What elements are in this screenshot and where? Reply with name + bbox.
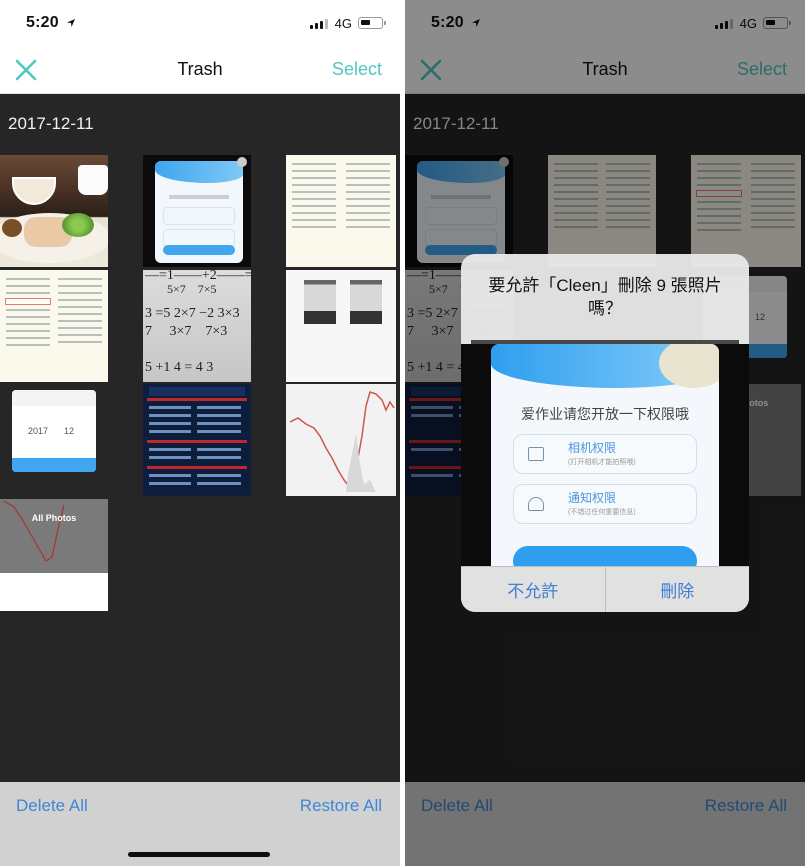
preview-enable-button [513,546,697,566]
camera-icon [528,447,544,461]
alert-button-row: 不允許 刪除 [461,566,749,612]
network-type: 4G [334,16,352,31]
status-time: 5:20 [431,14,464,31]
alert-divider [461,566,749,567]
battery-icon [763,17,791,29]
alert-title: 要允許「Cleen」刪除 9 張照片嗎？ [488,276,722,318]
thumbnail-permission-dialog[interactable] [405,155,513,267]
trash-screen: 5:20 4G Trash Select 2017-12-11 —=1——+2—… [0,0,400,866]
bottom-toolbar: Delete All Restore All [0,782,400,866]
restore-all-button[interactable]: Restore All [300,796,382,816]
thumbnail-all-photos[interactable]: All Photos [0,499,108,573]
status-time: 5:20 [26,14,59,31]
delete-all-button[interactable]: Delete All [421,796,493,816]
thumbnail-partial[interactable] [0,573,108,611]
thumbnail-stock-chart[interactable] [286,384,396,496]
thumbnail-math-worksheet-highlighted[interactable] [691,155,801,267]
nav-bar: Trash Select [0,46,400,94]
nav-bar: Trash Select [405,46,805,94]
signal-icon [310,19,328,29]
date-section-header: 2017-12-11 [8,114,94,133]
preview-headline: 爱作业请您开放一下权限哦 [521,406,689,422]
bottom-toolbar: Delete All Restore All [405,782,805,866]
thumbnail-month-picker[interactable]: 2017 12 [0,384,108,496]
thumbnail-album-screenshot[interactable] [286,270,396,382]
bell-icon [528,497,544,511]
thumbnail-food-photo[interactable] [0,155,108,267]
alert-photo-preview: 爱作业请您开放一下权限哦 相机权限 (打开相机才能拍照哦) 通知权限 (不错过任… [461,344,749,566]
location-arrow-icon [67,19,75,27]
battery-icon [358,17,386,29]
thumbnail-math-worksheet[interactable] [286,155,396,267]
thumbnail-news-infographic[interactable] [143,384,251,496]
thumbnail-permission-dialog[interactable] [143,155,251,267]
network-type: 4G [739,16,757,31]
trash-screen-with-alert: 5:20 4G Trash Select 2017-12-11 —=1——+2—… [405,0,805,866]
status-bar: 5:20 4G [405,0,805,46]
signal-icon [715,19,733,29]
trash-content: 2017-12-11 —=1——+2——= 5×7 7×5 3 =5 2×7 −… [0,94,400,782]
select-button[interactable]: Select [332,59,382,80]
home-indicator[interactable] [128,852,270,857]
thumbnail-math-worksheet[interactable] [548,155,656,267]
location-arrow-icon [472,19,480,27]
select-button[interactable]: Select [737,59,787,80]
preview-permission-camera: 相机权限 (打开相机才能拍照哦) [513,434,697,474]
thumbnail-math-worksheet-highlighted[interactable] [0,270,108,382]
restore-all-button[interactable]: Restore All [705,796,787,816]
delete-confirm-alert: 要允許「Cleen」刪除 9 張照片嗎？ 爱作业请您开放一下权限哦 相机权限 (… [461,254,749,612]
date-section-header: 2017-12-11 [413,114,499,133]
delete-all-button[interactable]: Delete All [16,796,88,816]
deny-button[interactable]: 不允許 [461,566,605,612]
thumbnail-fractions-photo[interactable]: —=1——+2——= 5×7 7×5 3 =5 2×7 −2 3×3 7 3×7… [143,270,251,382]
preview-permission-notification: 通知权限 (不错过任何重要信息) [513,484,697,524]
confirm-delete-button[interactable]: 刪除 [604,566,750,612]
status-bar: 5:20 4G [0,0,400,46]
